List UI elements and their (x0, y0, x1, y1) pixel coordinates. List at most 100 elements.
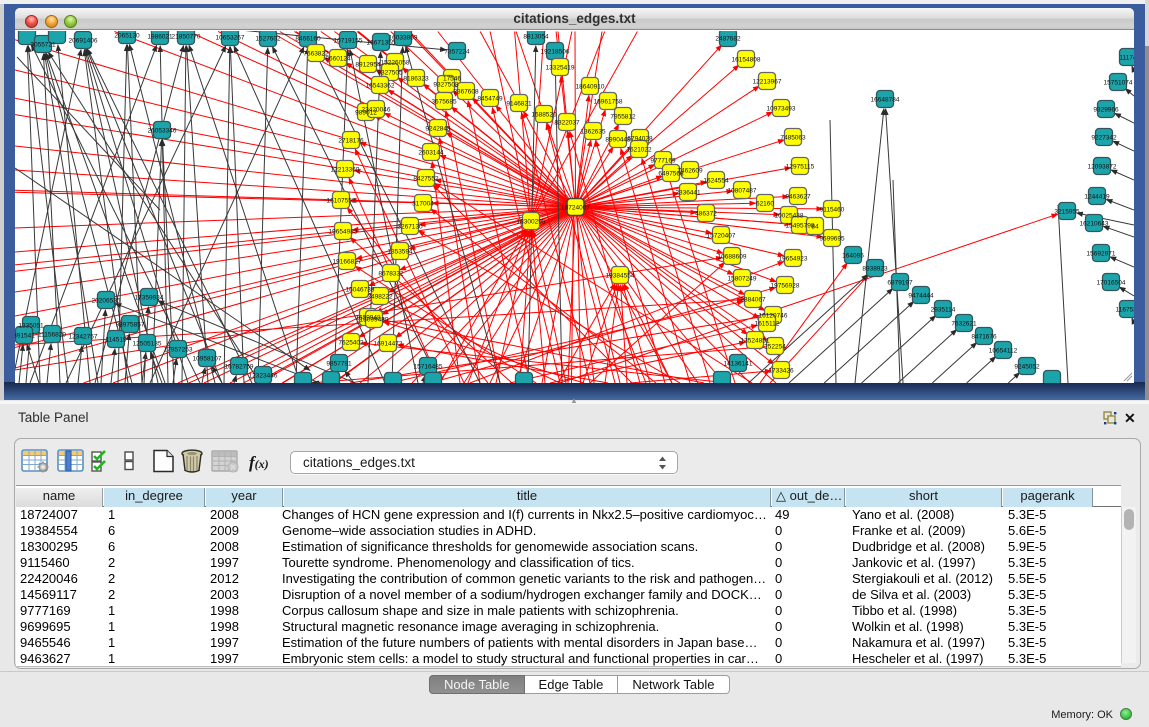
svg-text:16543362: 16543362 (366, 82, 395, 89)
svg-text:9115460: 9115460 (820, 206, 845, 213)
svg-text:1624554: 1624554 (703, 177, 729, 184)
svg-text:9146821: 9146821 (506, 100, 532, 107)
svg-text:7955812: 7955812 (610, 113, 636, 120)
svg-text:12093872: 12093872 (1088, 163, 1117, 170)
svg-text:15692971: 15692971 (1087, 250, 1116, 257)
svg-text:13325419: 13325419 (546, 64, 575, 71)
svg-text:10654112: 10654112 (989, 347, 1018, 354)
svg-text:26053346: 26053346 (148, 127, 177, 134)
svg-text:19654983: 19654983 (329, 228, 358, 235)
svg-text:10653267: 10653267 (216, 34, 245, 41)
svg-text:15807249: 15807249 (728, 275, 757, 282)
svg-text:2718176: 2718176 (338, 137, 364, 144)
svg-text:391541: 391541 (15, 332, 35, 339)
svg-text:19756928: 19756928 (771, 282, 800, 289)
svg-text:18640910: 18640910 (576, 83, 605, 90)
svg-text:8938923: 8938923 (862, 265, 888, 272)
svg-text:2336441: 2336441 (675, 189, 701, 196)
svg-text:6879197: 6879197 (887, 279, 913, 286)
svg-text:16099489: 16099489 (360, 316, 389, 323)
svg-text:8454749: 8454749 (477, 95, 503, 102)
svg-text:252254: 252254 (764, 343, 786, 350)
svg-text:8912954: 8912954 (355, 61, 381, 68)
svg-text:62160: 62160 (756, 200, 774, 207)
svg-text:12213967: 12213967 (753, 78, 782, 85)
svg-text:17016504: 17016504 (1097, 279, 1126, 286)
svg-text:8678332: 8678332 (378, 270, 404, 277)
svg-text:10807487: 10807487 (728, 187, 757, 194)
svg-text:19654923: 19654923 (779, 255, 808, 262)
svg-text:317004: 317004 (412, 200, 434, 207)
svg-text:16210643: 16210643 (1080, 220, 1109, 227)
svg-text:15226058: 15226058 (381, 59, 410, 66)
svg-text:9327505: 9327505 (377, 69, 403, 76)
svg-text:9463627: 9463627 (785, 193, 811, 200)
svg-text:6794028: 6794028 (627, 135, 653, 142)
svg-text:8660124: 8660124 (325, 55, 351, 62)
svg-text:1335051: 1335051 (18, 322, 44, 329)
svg-text:20691406: 20691406 (69, 37, 98, 44)
svg-text:16154808: 16154808 (732, 56, 761, 63)
svg-text:7485063: 7485063 (780, 134, 806, 141)
svg-text:3675685: 3675685 (431, 98, 457, 105)
svg-text:1615112: 1615112 (755, 320, 780, 327)
svg-text:3055721: 3055721 (30, 41, 56, 48)
svg-text:11156829: 11156829 (38, 331, 66, 338)
svg-text:1986021: 1986021 (147, 33, 173, 40)
svg-text:7632621: 7632621 (951, 320, 977, 327)
svg-text:8813054: 8813054 (523, 33, 549, 40)
svg-text:18300295: 18300295 (517, 218, 546, 225)
svg-text:1621022: 1621022 (626, 146, 652, 153)
svg-text:1167533: 1167533 (1116, 306, 1134, 313)
svg-text:2935114: 2935114 (931, 306, 956, 313)
svg-text:7625402: 7625402 (338, 339, 364, 346)
svg-text:9245052: 9245052 (1014, 363, 1040, 370)
svg-text:8466160: 8466160 (295, 35, 321, 42)
svg-text:16033809: 16033809 (389, 34, 418, 41)
svg-text:1527602: 1527602 (255, 35, 281, 42)
svg-text:19166827: 19166827 (333, 258, 362, 265)
svg-text:12342757: 12342757 (69, 333, 98, 340)
svg-text:93975857: 93975857 (116, 321, 145, 328)
svg-text:19384554: 19384554 (606, 272, 635, 279)
svg-text:2603144: 2603144 (418, 149, 444, 156)
svg-text:7357224: 7357224 (444, 48, 470, 55)
svg-text:16046738: 16046738 (346, 286, 375, 293)
svg-text:7462609: 7462609 (677, 167, 703, 174)
svg-text:21850770: 21850770 (172, 33, 201, 40)
svg-text:1362635: 1362635 (580, 128, 606, 135)
svg-text:84: 84 (811, 223, 819, 230)
svg-text:2065130: 2065130 (114, 32, 140, 39)
svg-text:3215955: 3215955 (1054, 208, 1080, 215)
svg-text:10719155: 10719155 (334, 37, 363, 44)
svg-text:15751074: 15751074 (1104, 79, 1133, 86)
svg-text:16107552: 16107552 (327, 197, 356, 204)
svg-text:1733426: 1733426 (768, 367, 794, 374)
svg-text:12323446: 12323446 (249, 372, 278, 379)
svg-text:15720407: 15720407 (707, 232, 736, 239)
svg-text:1353594: 1353594 (387, 248, 413, 255)
svg-text:8186323: 8186323 (403, 75, 429, 82)
svg-text:16648784: 16648784 (871, 96, 900, 103)
svg-text:12975115: 12975115 (786, 163, 815, 170)
svg-text:15716485: 15716485 (414, 363, 443, 370)
svg-text:20206535: 20206535 (92, 297, 121, 304)
svg-text:8471676: 8471676 (971, 333, 997, 340)
svg-text:9227342: 9227342 (1091, 134, 1117, 141)
svg-text:10025438: 10025438 (775, 212, 804, 219)
svg-text:12213369: 12213369 (331, 166, 360, 173)
svg-text:9327508: 9327508 (433, 81, 459, 88)
svg-text:16961758: 16961758 (594, 98, 623, 105)
svg-text:14136141: 14136141 (724, 360, 753, 367)
svg-text:11174: 11174 (1119, 54, 1134, 61)
svg-text:f(x): f(x) (249, 453, 269, 472)
svg-text:23420046: 23420046 (362, 106, 391, 113)
svg-text:2487682: 2487682 (715, 35, 741, 42)
svg-text:3498222: 3498222 (367, 293, 393, 300)
svg-text:10688609: 10688609 (718, 253, 747, 260)
svg-text:9242848: 9242848 (425, 125, 451, 132)
svg-text:3267130: 3267130 (397, 223, 423, 230)
svg-text:10958107: 10958107 (193, 355, 222, 362)
svg-text:16120746: 16120746 (759, 312, 788, 319)
svg-text:114519: 114519 (105, 336, 127, 343)
